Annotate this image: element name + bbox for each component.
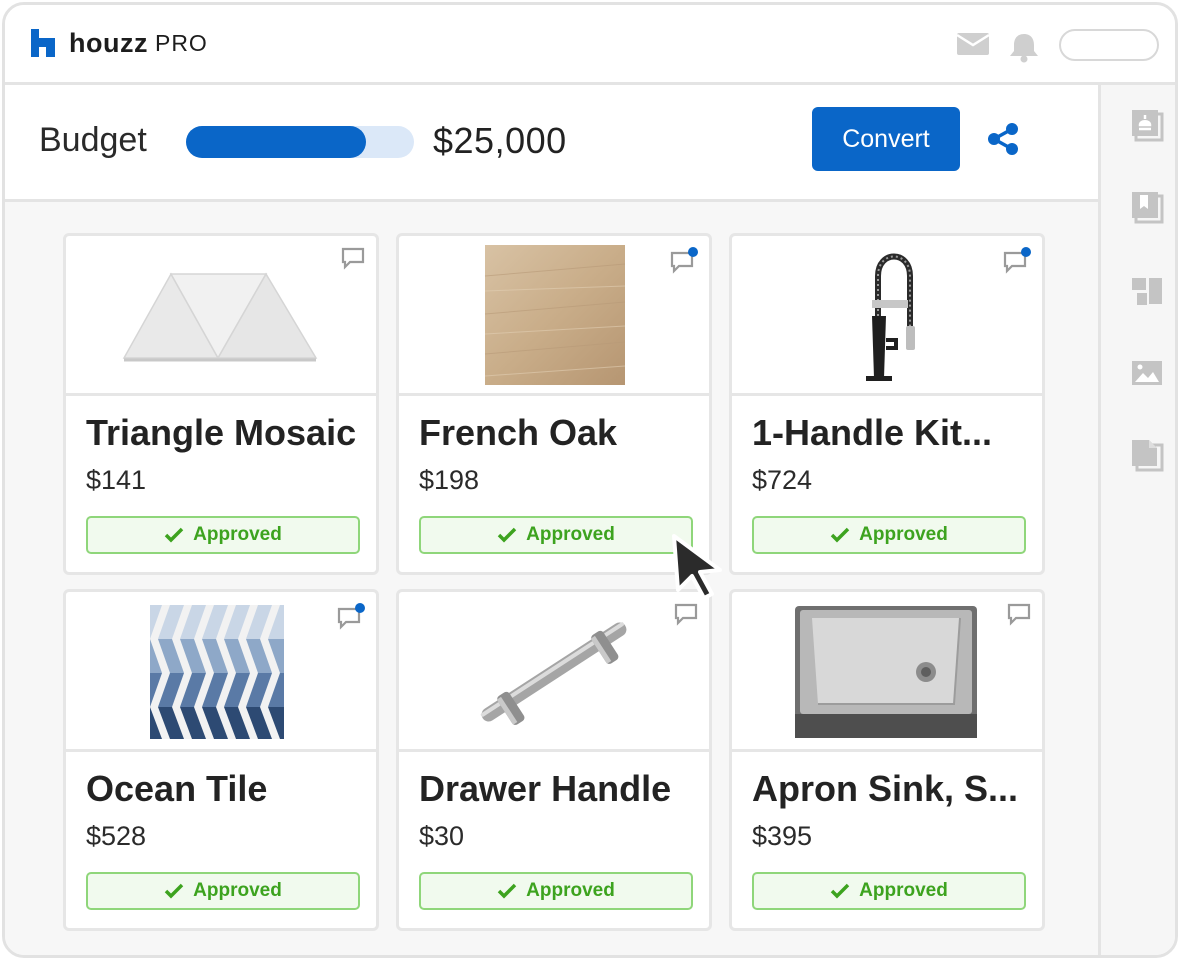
product-title: Triangle Mosaic [86,412,357,453]
product-image [732,236,1042,396]
status-badge[interactable]: Approved [752,872,1026,910]
product-price: $141 [86,465,147,495]
estimate-icon[interactable] [1129,107,1165,143]
product-image [399,592,709,752]
product-title: Ocean Tile [86,768,268,809]
comment-icon[interactable] [673,602,699,626]
mouse-cursor-icon [672,534,722,600]
status-badge[interactable]: Approved [419,516,693,554]
status-label: Approved [526,524,615,545]
status-label: Approved [193,524,282,545]
document-icon[interactable] [1129,437,1165,473]
status-label: Approved [859,524,948,545]
apron-sink-image [795,606,977,738]
product-title: Drawer Handle [419,768,672,809]
budget-amount: $25,000 [433,120,567,161]
product-title: French Oak [419,412,618,453]
comment-icon[interactable] [669,246,699,274]
book-icon[interactable] [1129,189,1165,225]
product-card[interactable]: Ocean Tile $528 Approved [63,589,379,931]
product-price: $198 [419,465,480,495]
product-image [732,592,1042,752]
layout-icon[interactable] [1129,273,1165,309]
comment-icon[interactable] [1006,602,1032,626]
budget-progress-fill [186,126,367,158]
budget-bar: Budget $25,000 Convert [5,85,1098,202]
product-title: 1-Handle Kit... [752,412,993,453]
check-icon [830,883,850,899]
new-comment-dot [355,603,365,613]
kitchen-faucet-image [866,253,915,381]
app-window: houzz PRO Budget $25,000 Convert Triangl… [2,2,1178,958]
top-bar: houzz PRO [5,5,1175,85]
comment-icon[interactable] [1002,246,1032,274]
budget-label: Budget [39,121,147,159]
search-pill[interactable] [1059,29,1159,61]
product-card[interactable]: Apron Sink, S... $395 Approved [729,589,1045,931]
right-sidebar [1098,85,1175,955]
houzz-logo-icon [31,29,55,57]
product-price: $30 [419,821,465,851]
product-card[interactable]: French Oak $198 Approved [396,233,712,575]
check-icon [164,527,184,543]
brand-suffix: PRO [154,29,208,56]
status-label: Approved [193,880,282,901]
status-badge[interactable]: Approved [419,872,693,910]
product-card[interactable]: Triangle Mosaic $141 Approved [63,233,379,575]
new-comment-dot [1021,247,1031,257]
share-icon[interactable] [985,121,1021,157]
status-label: Approved [859,880,948,901]
houzz-pro-logo[interactable]: houzz PRO [29,27,208,59]
comment-icon[interactable] [336,602,366,630]
french-oak-image [484,245,626,385]
budget-progress-bar [186,126,414,158]
image-icon[interactable] [1129,355,1165,391]
product-grid: Triangle Mosaic $141 Approved French Oak… [5,202,1098,955]
comment-icon[interactable] [340,246,366,270]
triangle-mosaic-image [122,272,318,362]
product-price: $724 [752,465,813,495]
product-image [399,236,709,396]
check-icon [497,883,517,899]
new-comment-dot [688,247,698,257]
check-icon [164,883,184,899]
status-label: Approved [526,880,615,901]
check-icon [497,527,517,543]
check-icon [830,527,850,543]
product-card[interactable]: 1-Handle Kit... $724 Approved [729,233,1045,575]
product-title: Apron Sink, S... [752,768,1019,809]
product-price: $395 [752,821,813,851]
mail-icon[interactable] [955,31,991,57]
product-image [66,592,376,752]
bell-icon[interactable] [1007,31,1041,63]
product-image [66,236,376,396]
status-badge[interactable]: Approved [752,516,1026,554]
status-badge[interactable]: Approved [86,872,360,910]
brand-name: houzz [69,27,148,58]
drawer-handle-image [480,622,627,725]
product-price: $528 [86,821,147,851]
ocean-tile-image [150,605,284,739]
status-badge[interactable]: Approved [86,516,360,554]
convert-button[interactable]: Convert [812,107,960,171]
product-card[interactable]: Drawer Handle $30 Approved [396,589,712,931]
